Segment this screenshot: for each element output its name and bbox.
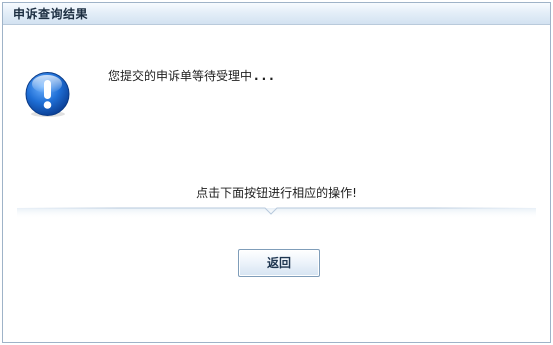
result-panel: 申诉查询结果 您提交的申诉单等待受理中... 点击下面按钮进行相应的操作! 返回 [2,2,551,343]
exclamation-info-icon [24,71,71,118]
status-message: 您提交的申诉单等待受理中... [108,67,277,85]
action-hint: 点击下面按钮进行相应的操作! [196,186,357,200]
panel-title: 申诉查询结果 [13,7,89,21]
section-divider [17,207,536,219]
back-button[interactable]: 返回 [238,249,320,277]
status-message-text: 您提交的申诉单等待受理中 [108,69,253,83]
status-message-dots: ... [254,69,277,83]
title-bar: 申诉查询结果 [3,3,550,25]
